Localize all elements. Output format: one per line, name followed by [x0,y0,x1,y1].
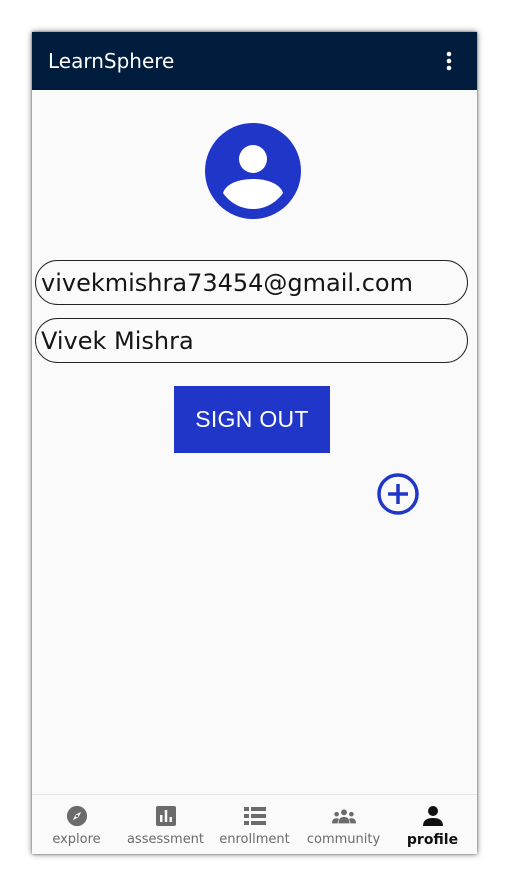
app-bar: LearnSphere [32,32,477,90]
nav-label: assessment [126,832,205,847]
nav-label: enrollment [219,832,290,847]
nav-item-enrollment[interactable]: enrollment [210,795,299,854]
compass-icon [65,804,89,828]
group-icon [331,804,356,828]
sign-out-button[interactable]: SIGN OUT [174,386,330,453]
email-field[interactable]: vivekmishra73454@gmail.com [35,260,468,305]
name-field[interactable]: Vivek Mishra [35,318,468,363]
app-title: LearnSphere [48,49,175,73]
person-icon [421,804,445,828]
more-vert-icon[interactable] [439,49,459,73]
app-screen: LearnSphere vivekmishra73454@gmail.com V… [32,32,477,854]
email-value: vivekmishra73454@gmail.com [41,268,413,297]
nav-label: community [306,832,381,847]
bottom-navigation: explore assessment enrollment community … [32,794,477,854]
name-value: Vivek Mishra [41,326,194,355]
nav-label: profile [406,832,459,848]
nav-item-assessment[interactable]: assessment [121,795,210,854]
nav-item-explore[interactable]: explore [32,795,121,854]
account-circle-icon [205,123,301,219]
bar-chart-icon [154,804,178,828]
nav-item-community[interactable]: community [299,795,388,854]
nav-item-profile[interactable]: profile [388,795,477,854]
nav-label: explore [52,832,101,847]
list-icon [243,804,267,828]
add-circle-icon[interactable] [376,472,420,516]
